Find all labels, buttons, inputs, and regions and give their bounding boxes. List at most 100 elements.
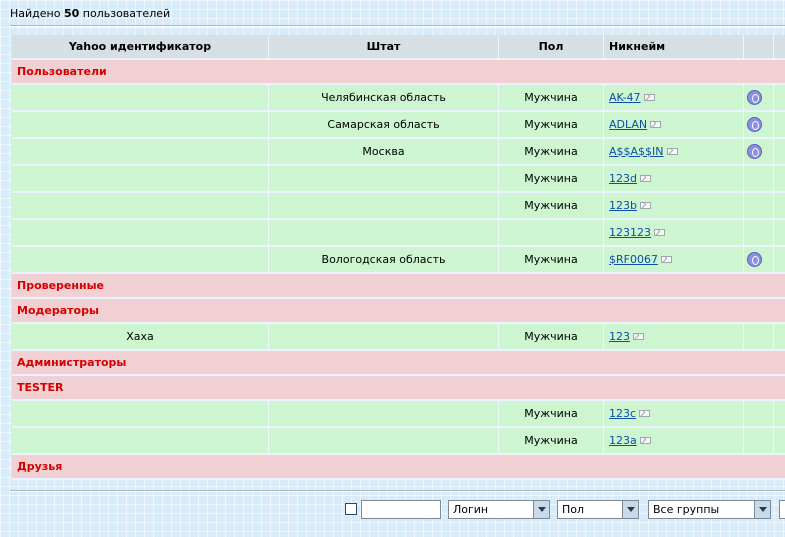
nickname-link[interactable]: A$$A$$IN	[609, 145, 664, 158]
top-divider	[10, 25, 785, 27]
nickname-link[interactable]: 123	[609, 330, 630, 343]
chevron-down-icon[interactable]	[622, 501, 638, 518]
chevron-down-icon[interactable]	[533, 501, 549, 518]
yahoo-id-cell	[12, 220, 269, 247]
state-cell	[269, 401, 499, 428]
state-cell: Самарская область	[269, 112, 499, 139]
table-row: Мужчина 123b	[12, 193, 785, 220]
nickname-link[interactable]: 123a	[609, 434, 637, 447]
column-nickname[interactable]: Никнейм	[604, 35, 744, 60]
yahoo-id-cell: Хаха	[12, 324, 269, 351]
nickname-cell: 123a	[604, 428, 744, 455]
extra-cell	[774, 85, 785, 112]
group-row[interactable]: Администраторы	[12, 351, 785, 376]
envelope-icon[interactable]	[654, 228, 665, 236]
yahoo-id-cell	[12, 428, 269, 455]
chevron-down-icon[interactable]	[754, 501, 770, 518]
group-row[interactable]: Пользователи	[12, 60, 785, 85]
table-row: Вологодская область Мужчина $RF0067	[12, 247, 785, 274]
gender-cell: Мужчина	[499, 166, 604, 193]
envelope-icon[interactable]	[639, 436, 651, 444]
gender-cell: Мужчина	[499, 428, 604, 455]
table-body: Пользователи Челябинская область Мужчина AK…	[12, 60, 785, 480]
gender-cell	[499, 220, 604, 247]
group-select[interactable]: Все группы	[648, 500, 771, 519]
nickname-cell: 123	[604, 324, 744, 351]
envelope-icon[interactable]	[643, 93, 655, 101]
nickname-cell: 123123	[604, 220, 744, 247]
yahoo-id-cell	[12, 166, 269, 193]
table-row: Самарская область Мужчина ADLAN	[12, 112, 785, 139]
envelope-icon[interactable]	[633, 332, 644, 340]
yahoo-messenger-icon[interactable]	[747, 252, 762, 267]
extra-cell	[774, 139, 785, 166]
yahoo-id-cell	[12, 112, 269, 139]
gender-cell: Мужчина	[499, 139, 604, 166]
column-yahoo-id[interactable]: Yahoo идентификатор	[12, 35, 269, 60]
group-row[interactable]: Друзья	[12, 455, 785, 480]
extra-cell	[774, 193, 785, 220]
gender-select-value: Пол	[562, 503, 585, 516]
group-name[interactable]: Проверенные	[12, 274, 785, 299]
messenger-cell	[744, 85, 774, 112]
column-gender[interactable]: Пол	[499, 35, 604, 60]
nickname-link[interactable]: AK-47	[609, 91, 641, 104]
gender-select[interactable]: Пол	[557, 500, 639, 519]
extra-cell	[774, 220, 785, 247]
yahoo-messenger-icon[interactable]	[747, 90, 762, 105]
state-cell	[269, 220, 499, 247]
messenger-cell	[744, 139, 774, 166]
results-number: 50	[63, 7, 80, 20]
group-name[interactable]: Друзья	[12, 455, 785, 480]
state-cell	[269, 166, 499, 193]
field-select[interactable]: Логин	[448, 500, 550, 519]
group-select-value: Все группы	[653, 503, 720, 516]
state-cell	[269, 324, 499, 351]
group-name[interactable]: Модераторы	[12, 299, 785, 324]
nickname-link[interactable]: 123b	[609, 199, 637, 212]
group-name[interactable]: Администраторы	[12, 351, 785, 376]
search-input[interactable]	[361, 500, 441, 519]
nickname-cell: $RF0067	[604, 247, 744, 274]
group-name[interactable]: Пользователи	[12, 60, 785, 85]
nickname-cell: AK-47	[604, 85, 744, 112]
table-row: Мужчина 123d	[12, 166, 785, 193]
gender-cell: Мужчина	[499, 247, 604, 274]
column-state[interactable]: Штат	[269, 35, 499, 60]
table-row: Челябинская область Мужчина AK-47	[12, 85, 785, 112]
nickname-link[interactable]: $RF0067	[609, 253, 658, 266]
extra-cell	[774, 428, 785, 455]
envelope-icon[interactable]	[639, 174, 651, 182]
gender-cell: Мужчина	[499, 85, 604, 112]
table-header: Yahoo идентификатор Штат Пол Никнейм	[12, 35, 785, 60]
nickname-cell: ADLAN	[604, 112, 744, 139]
envelope-icon[interactable]	[650, 120, 662, 128]
gender-cell: Мужчина	[499, 112, 604, 139]
table-row: Хаха Мужчина 123	[12, 324, 785, 351]
envelope-icon[interactable]	[666, 147, 678, 155]
nickname-link[interactable]: 123c	[609, 407, 636, 420]
column-extra	[774, 35, 785, 60]
table-row: Мужчина 123c	[12, 401, 785, 428]
extra-cell	[774, 166, 785, 193]
group-row[interactable]: Модераторы	[12, 299, 785, 324]
messenger-cell	[744, 247, 774, 274]
yahoo-messenger-icon[interactable]	[747, 144, 762, 159]
envelope-icon[interactable]	[639, 409, 651, 417]
yahoo-messenger-icon[interactable]	[747, 117, 762, 132]
nickname-link[interactable]: ADLAN	[609, 118, 647, 131]
group-row[interactable]: Проверенные	[12, 274, 785, 299]
envelope-icon[interactable]	[639, 201, 651, 209]
messenger-cell	[744, 112, 774, 139]
extra-select[interactable]	[779, 500, 785, 519]
gender-cell: Мужчина	[499, 324, 604, 351]
group-row[interactable]: TESTER	[12, 376, 785, 401]
group-name[interactable]: TESTER	[12, 376, 785, 401]
nickname-cell: 123c	[604, 401, 744, 428]
extra-cell	[774, 324, 785, 351]
nickname-link[interactable]: 123d	[609, 172, 637, 185]
nickname-link[interactable]: 123123	[609, 226, 651, 239]
select-all-checkbox[interactable]	[345, 503, 357, 515]
state-cell	[269, 428, 499, 455]
envelope-icon[interactable]	[660, 255, 672, 263]
